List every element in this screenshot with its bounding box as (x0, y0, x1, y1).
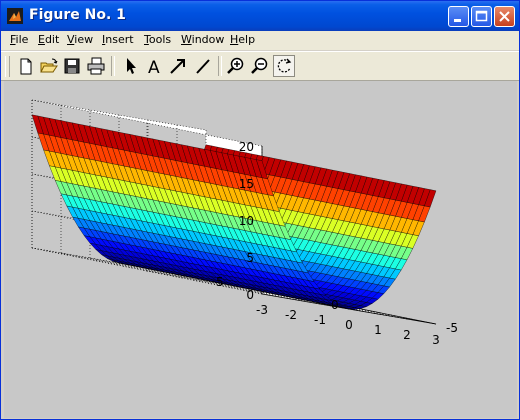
printer-icon (87, 57, 105, 75)
save-figure-button[interactable] (61, 55, 83, 77)
insert-line-button[interactable] (192, 55, 214, 77)
print-figure-button[interactable] (85, 55, 107, 77)
y-tick-label: -5 (446, 321, 458, 335)
edit-plot-button[interactable] (119, 55, 141, 77)
zoom-in-button[interactable] (225, 55, 247, 77)
x-tick-label: 2 (403, 328, 411, 342)
rotate-3d-button[interactable] (273, 55, 295, 77)
text-a-icon: A (148, 58, 160, 77)
z-tick-label: 10 (239, 214, 254, 228)
close-button[interactable] (494, 6, 515, 27)
figure-window: Figure No. 1 File Edit View Insert Tools… (0, 0, 520, 420)
toolbar-grip[interactable] (5, 56, 10, 77)
svg-text:A: A (148, 58, 160, 77)
window-title: Figure No. 1 (29, 7, 126, 23)
insert-text-button[interactable]: A (143, 55, 165, 77)
matlab-logo-icon (7, 8, 23, 24)
menu-tools[interactable]: Tools (144, 33, 171, 46)
minimize-icon (454, 19, 461, 22)
zoom-out-icon (251, 57, 268, 74)
maximize-button[interactable] (471, 6, 492, 27)
toolbar-separator (111, 56, 115, 76)
x-tick-label: -3 (256, 303, 268, 317)
toolbar-separator (218, 56, 222, 76)
zoom-in-icon (227, 57, 244, 74)
menu-file[interactable]: File (10, 33, 28, 46)
minimize-button[interactable] (448, 6, 469, 27)
menu-view[interactable]: View (67, 33, 93, 46)
open-file-button[interactable] (38, 55, 60, 77)
arrow-icon (170, 59, 185, 74)
title-bar[interactable]: Figure No. 1 (1, 1, 519, 31)
menu-bar: File Edit View Insert Tools Window Help (1, 31, 519, 50)
save-disk-icon (64, 58, 80, 74)
z-tick-label: 20 (239, 140, 254, 154)
zoom-out-button[interactable] (249, 55, 271, 77)
menu-insert[interactable]: Insert (102, 33, 134, 46)
menu-window[interactable]: Window (181, 33, 224, 46)
rotate-3d-icon (277, 58, 292, 73)
open-folder-icon (40, 58, 58, 73)
x-tick-label: 1 (374, 323, 382, 337)
y-tick-label: 0 (331, 298, 339, 312)
figure-canvas: -3 -2 -1 0 1 2 3 -5 0 5 0 5 10 15 20 (4, 81, 517, 418)
figure-toolbar: A (1, 51, 519, 81)
insert-arrow-button[interactable] (167, 55, 189, 77)
x-tick-label: 3 (432, 333, 440, 347)
line-icon (196, 59, 210, 74)
x-tick-label: 0 (345, 318, 353, 332)
menu-help[interactable]: Help (230, 33, 255, 46)
z-tick-label: 5 (246, 251, 254, 265)
x-tick-label: -2 (285, 308, 297, 322)
x-tick-label: -1 (314, 313, 326, 327)
cursor-arrow-icon (127, 58, 136, 74)
new-figure-button[interactable] (15, 55, 37, 77)
z-tick-label: 15 (239, 177, 254, 191)
new-file-icon (20, 58, 32, 75)
menu-edit[interactable]: Edit (38, 33, 59, 46)
z-tick-label: 0 (246, 288, 254, 302)
y-tick-label: 5 (216, 275, 224, 289)
maximize-icon (475, 10, 488, 22)
close-icon (499, 11, 510, 22)
surface-plot[interactable]: -3 -2 -1 0 1 2 3 -5 0 5 0 5 10 15 20 (4, 81, 517, 418)
